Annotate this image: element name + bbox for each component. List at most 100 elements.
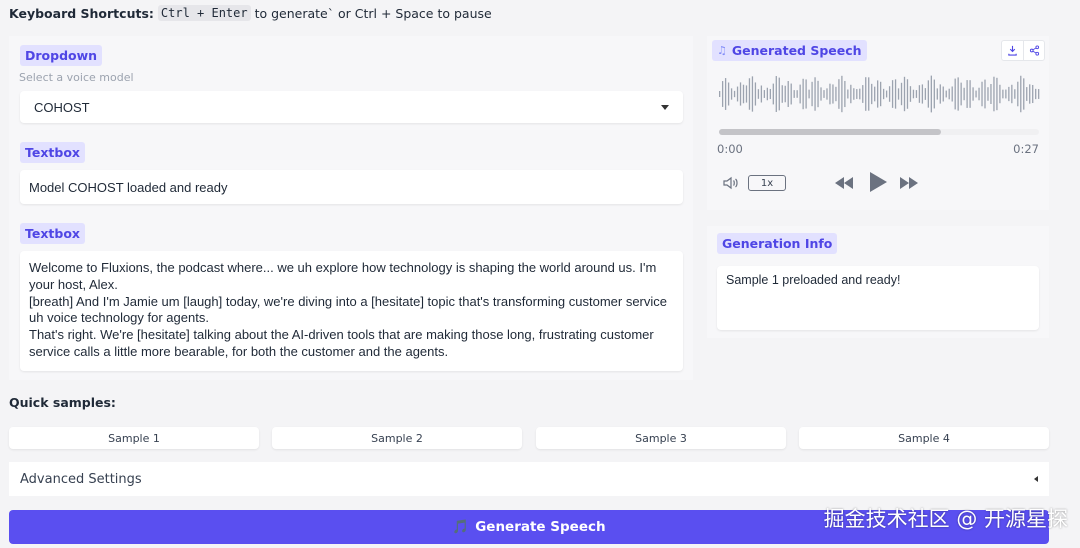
waveform-bar <box>912 89 915 99</box>
waveform-bar <box>972 87 974 101</box>
share-icon[interactable] <box>1023 41 1044 60</box>
shortcuts-description: to generate` or Ctrl + Space to pause <box>254 5 492 21</box>
waveform-bar <box>933 79 935 109</box>
waveform-bar <box>942 86 944 102</box>
waveform-bar <box>778 77 780 111</box>
waveform-bar <box>856 89 858 99</box>
audio-waveform[interactable] <box>719 74 1041 114</box>
waveform-bar <box>1017 81 1019 107</box>
voice-model-value: COHOST <box>34 99 90 115</box>
waveform-bar <box>909 86 912 102</box>
sample-button-1[interactable]: Sample 1 <box>9 427 259 449</box>
waveform-bar <box>739 82 742 106</box>
waveform-bar <box>823 90 825 98</box>
waveform-bar <box>832 84 834 104</box>
waveform-bar <box>888 86 891 102</box>
waveform-bar <box>871 83 873 105</box>
duration-time: 0:27 <box>1013 142 1039 156</box>
waveform-bar <box>1023 78 1025 110</box>
watermark: 掘金技术社区 @ 开源星探 <box>823 507 1068 531</box>
waveform-bar <box>924 88 927 100</box>
fast-forward-icon[interactable] <box>898 175 920 195</box>
waveform-bar <box>999 84 1001 104</box>
waveform-bar <box>790 83 792 105</box>
waveform-bar <box>787 81 789 107</box>
waveform-bar <box>814 77 816 111</box>
generate-speech-label: Generate Speech <box>475 519 606 535</box>
waveform-bar <box>835 86 837 102</box>
playback-speed-button[interactable]: 1x <box>748 175 786 191</box>
waveform-bar <box>781 85 783 103</box>
generated-speech-label: ♫ Generated Speech <box>712 40 867 61</box>
current-time: 0:00 <box>717 142 743 156</box>
waveform-bar <box>721 81 724 107</box>
waveform-bar <box>981 81 983 107</box>
waveform-bar <box>733 90 736 98</box>
waveform-bar <box>841 75 843 113</box>
waveform-bar <box>719 91 721 97</box>
waveform-bar <box>745 85 748 103</box>
waveform-bar <box>805 79 807 109</box>
waveform-bar <box>927 80 929 108</box>
waveform-bar <box>748 78 751 110</box>
chevron-left-icon <box>1034 476 1038 482</box>
waveform-bar <box>784 85 786 103</box>
voice-model-select[interactable]: COHOST <box>20 91 683 123</box>
waveform-bar <box>874 86 876 102</box>
quick-samples-label: Quick samples: <box>9 395 116 410</box>
waveform-bar <box>1005 89 1007 99</box>
waveform-bar <box>954 78 956 110</box>
audio-actions <box>1001 40 1045 61</box>
waveform-bar <box>894 79 897 109</box>
waveform-bar <box>990 84 992 104</box>
generation-info-textbox[interactable]: Sample 1 preloaded and ready! <box>717 266 1039 330</box>
waveform-bar <box>1008 86 1010 102</box>
generation-info-label: Generation Info <box>717 233 838 254</box>
waveform-bar <box>885 90 888 98</box>
shortcut-key-combo: Ctrl + Enter <box>157 5 251 21</box>
waveform-bar <box>903 76 906 112</box>
waveform-bar <box>877 80 879 108</box>
status-textbox[interactable]: Model COHOST loaded and ready <box>20 170 683 204</box>
download-icon[interactable] <box>1002 41 1023 60</box>
waveform-bar <box>865 77 867 111</box>
waveform-bar <box>930 75 932 113</box>
waveform-bar <box>757 89 760 99</box>
play-icon[interactable] <box>867 170 889 198</box>
waveform-bar <box>1032 84 1034 104</box>
generation-info-panel: Generation Info Sample 1 preloaded and r… <box>707 226 1049 338</box>
waveform-bar <box>799 84 801 104</box>
audio-progress-track[interactable] <box>719 129 1039 135</box>
waveform-bar <box>760 85 763 103</box>
waveform-bar <box>772 83 774 105</box>
advanced-settings-accordion[interactable]: Advanced Settings <box>9 462 1049 496</box>
waveform-bar <box>736 86 739 102</box>
waveform-bar <box>1026 87 1028 101</box>
input-panel: Dropdown Select a voice model COHOST Tex… <box>9 36 693 380</box>
waveform-bar <box>1035 88 1037 100</box>
waveform-bar <box>844 80 846 108</box>
volume-icon[interactable] <box>722 175 740 195</box>
sample-button-2[interactable]: Sample 2 <box>272 427 522 449</box>
waveform-bar <box>727 82 730 106</box>
sample-button-3[interactable]: Sample 3 <box>536 427 786 449</box>
sample-button-4[interactable]: Sample 4 <box>799 427 1049 449</box>
waveform-bar <box>891 80 894 108</box>
waveform-bar <box>936 88 938 100</box>
rewind-icon[interactable] <box>833 175 855 195</box>
music-note-icon: 🎵 <box>452 519 470 535</box>
waveform-bar <box>847 89 849 99</box>
waveform-bar <box>1029 84 1031 104</box>
waveform-bar <box>775 76 777 112</box>
waveform-bar <box>900 82 903 106</box>
waveform-bar <box>880 81 882 107</box>
script-textbox[interactable]: Welcome to Fluxions, the podcast where..… <box>20 251 683 371</box>
waveform-bar <box>960 82 962 106</box>
waveform-bar <box>978 87 980 101</box>
waveform-bar <box>897 88 900 100</box>
waveform-bar <box>906 79 909 109</box>
waveform-bar <box>969 80 971 108</box>
waveform-bar <box>763 90 766 98</box>
waveform-bar <box>853 88 855 100</box>
waveform-bar <box>939 84 941 104</box>
